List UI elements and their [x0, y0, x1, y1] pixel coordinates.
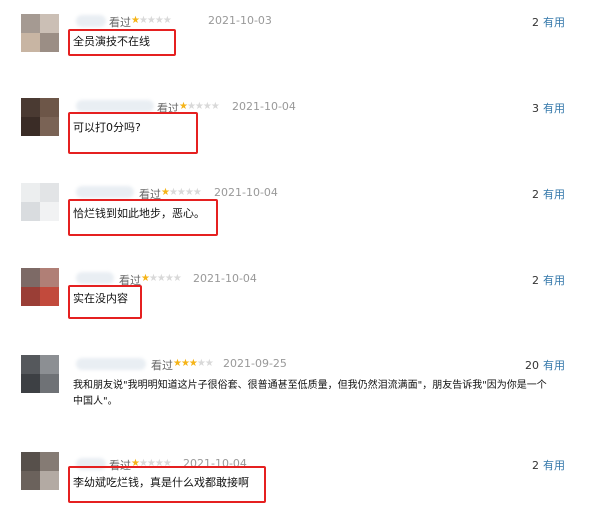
avatar-tile	[40, 452, 59, 471]
highlight-box	[68, 29, 176, 56]
avatar-tile	[21, 374, 40, 393]
avatar-tile	[21, 183, 40, 202]
useful-button[interactable]: 有用	[543, 359, 565, 372]
useful-vote[interactable]: 2 有用	[532, 186, 565, 202]
review-date: 2021-09-25	[223, 357, 287, 370]
rating-stars: ★★★★★	[141, 273, 182, 284]
useful-vote[interactable]: 2 有用	[532, 457, 565, 473]
avatar[interactable]	[21, 183, 59, 221]
username-blurred[interactable]	[76, 100, 154, 112]
avatar-tile	[40, 374, 59, 393]
avatar-tile	[40, 183, 59, 202]
useful-count: 3	[532, 102, 539, 115]
avatar-tile	[21, 14, 40, 33]
useful-count: 2	[532, 188, 539, 201]
avatar-tile	[40, 287, 59, 306]
highlight-box	[68, 466, 266, 503]
useful-button[interactable]: 有用	[543, 188, 565, 201]
review-content: 我和朋友说"我明明知道这片子很俗套、很普通甚至低质量，但我仍然泪流满面"，朋友告…	[73, 378, 573, 410]
useful-count: 2	[532, 16, 539, 29]
useful-button[interactable]: 有用	[543, 274, 565, 287]
rating-stars: ★★★★★	[173, 358, 214, 369]
username-blurred[interactable]	[76, 358, 146, 370]
avatar-tile	[21, 33, 40, 52]
avatar[interactable]	[21, 98, 59, 136]
review-date: 2021-10-03	[208, 14, 272, 27]
rating-stars: ★★★★★	[161, 187, 202, 198]
avatar-tile	[40, 355, 59, 374]
avatar-tile	[40, 202, 59, 221]
useful-button[interactable]: 有用	[543, 102, 565, 115]
review-date: 2021-10-04	[232, 100, 296, 113]
avatar-tile	[40, 117, 59, 136]
highlight-box	[68, 199, 218, 236]
useful-button[interactable]: 有用	[543, 16, 565, 29]
username-blurred[interactable]	[76, 186, 134, 198]
avatar-tile	[40, 98, 59, 117]
avatar-tile	[21, 268, 40, 287]
avatar-tile	[21, 202, 40, 221]
avatar-tile	[21, 355, 40, 374]
useful-vote[interactable]: 3 有用	[532, 100, 565, 116]
avatar-tile	[21, 471, 40, 490]
avatar-tile	[40, 14, 59, 33]
avatar[interactable]	[21, 452, 59, 490]
useful-vote[interactable]: 20 有用	[525, 357, 565, 373]
review-date: 2021-10-04	[214, 186, 278, 199]
rating-stars: ★★★★★	[179, 101, 220, 112]
highlight-box	[68, 285, 142, 319]
review-content-line: 中国人"。	[73, 396, 118, 407]
useful-vote[interactable]: 2 有用	[532, 14, 565, 30]
useful-count: 20	[525, 359, 539, 372]
avatar[interactable]	[21, 14, 59, 52]
username-blurred[interactable]	[76, 15, 106, 27]
avatar[interactable]	[21, 355, 59, 393]
avatar-tile	[21, 452, 40, 471]
avatar-tile	[21, 98, 40, 117]
rating-stars: ★★★★★	[131, 15, 172, 26]
username-blurred[interactable]	[76, 272, 114, 284]
useful-count: 2	[532, 274, 539, 287]
useful-count: 2	[532, 459, 539, 472]
review-date: 2021-10-04	[193, 272, 257, 285]
avatar-tile	[40, 268, 59, 287]
avatar-tile	[40, 33, 59, 52]
avatar-tile	[21, 117, 40, 136]
watched-label: 看过	[109, 16, 131, 29]
review-content-line: 我和朋友说"我明明知道这片子很俗套、很普通甚至低质量，但我仍然泪流满面"，朋友告…	[73, 380, 547, 391]
avatar[interactable]	[21, 268, 59, 306]
avatar-tile	[40, 471, 59, 490]
useful-button[interactable]: 有用	[543, 459, 565, 472]
highlight-box	[68, 112, 198, 154]
useful-vote[interactable]: 2 有用	[532, 272, 565, 288]
avatar-tile	[21, 287, 40, 306]
watched-label: 看过	[151, 359, 173, 372]
